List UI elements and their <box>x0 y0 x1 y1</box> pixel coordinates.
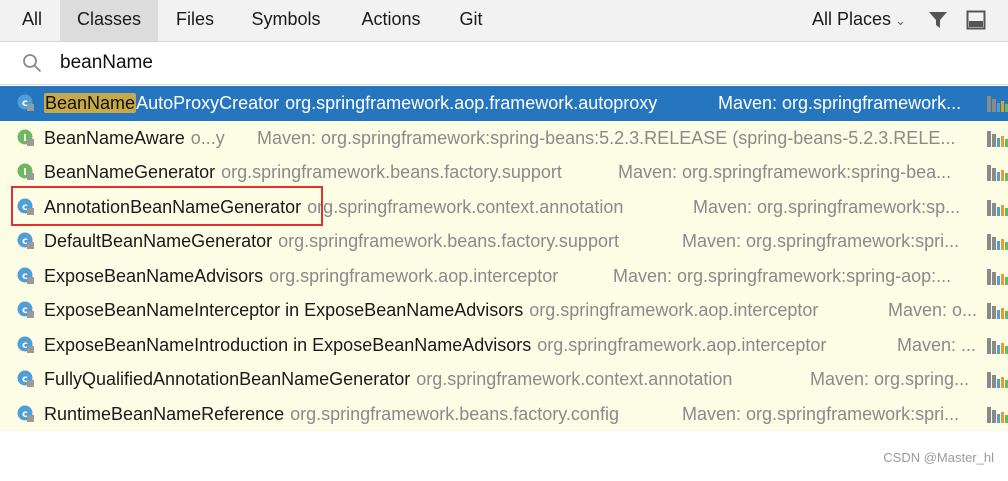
class-icon: c <box>17 301 34 318</box>
package-name: org.springframework.aop.interceptor <box>537 334 827 355</box>
search-input[interactable] <box>60 49 960 77</box>
class-name: ExposeBeanNameAdvisors <box>44 265 264 286</box>
svg-text:I: I <box>23 133 27 144</box>
class-name: AutoProxyCreator <box>136 93 280 113</box>
library-icon <box>987 130 1008 147</box>
tab-symbols[interactable]: Symbols <box>238 0 334 41</box>
search-row <box>0 42 1008 85</box>
class-name: ExposeBeanNameIntroduction in ExposeBean… <box>44 334 532 355</box>
result-text: AnnotationBeanNameGenerator org.springfra… <box>44 190 623 224</box>
library-location: Maven: org.springframework:sp... <box>693 196 961 217</box>
result-row[interactable]: c ExposeBeanNameInterceptor in ExposeBean… <box>0 293 1008 328</box>
tab-all[interactable]: All <box>8 0 56 41</box>
library-location: Maven: ... <box>897 334 977 355</box>
result-row[interactable]: c AnnotationBeanNameGenerator org.springfr… <box>0 189 1008 224</box>
library-icon <box>987 303 1008 319</box>
package-name: org.springframework.beans.factory.suppor… <box>278 231 619 251</box>
class-name: RuntimeBeanNameReference <box>44 403 285 424</box>
package-name: org.springframework.beans.factory.config <box>290 403 619 424</box>
class-name: BeanNameGenerator <box>44 162 216 182</box>
package-name: o...y <box>190 127 225 148</box>
package-name: org.springframework.aop.interceptor <box>269 265 559 286</box>
result-row[interactable]: c DefaultBeanNameGenerator org.springframe… <box>0 224 1008 259</box>
result-row[interactable]: I BeanNameAware o...y Maven: org.springfram… <box>0 120 1008 155</box>
result-row[interactable]: c RuntimeBeanNameReference org.springframe… <box>0 396 1008 431</box>
result-text: DefaultBeanNameGenerator org.springframew… <box>44 224 619 258</box>
library-icon <box>987 234 1008 250</box>
package-name: org.springframework.context.annotation <box>307 196 624 217</box>
result-text: ExposeBeanNameIntroduction in ExposeBean… <box>44 328 826 362</box>
class-icon: c <box>17 232 34 249</box>
scope-selector[interactable]: All Places ⌄ <box>812 0 906 41</box>
result-row[interactable]: c ExposeBeanNameAdvisors org.springframewo… <box>0 258 1008 293</box>
tab-actions[interactable]: Actions <box>346 0 436 41</box>
class-icon: c <box>17 94 34 111</box>
result-row[interactable]: I BeanNameGenerator org.springframework.be… <box>0 155 1008 190</box>
package-name: org.springframework.aop.framework.autopr… <box>285 93 658 113</box>
library-location: Maven: org.springframework:spring-beans:… <box>257 127 956 148</box>
class-icon: c <box>17 198 34 215</box>
class-icon: c <box>17 370 34 387</box>
search-icon <box>23 54 42 73</box>
library-icon <box>987 199 1008 216</box>
watermark: CSDN @Master_hl <box>883 450 994 465</box>
result-text: RuntimeBeanNameReference org.springframew… <box>44 397 619 431</box>
library-location: Maven: org.springframework:spri... <box>682 231 960 251</box>
library-icon <box>987 268 1008 285</box>
package-name: org.springframework.context.annotation <box>416 369 733 389</box>
result-text: ExposeBeanNameInterceptor in ExposeBeanN… <box>44 293 818 327</box>
match-highlight: BeanName <box>44 93 137 113</box>
library-location: Maven: o... <box>888 300 978 320</box>
class-name: ExposeBeanNameInterceptor in ExposeBeanN… <box>44 300 524 320</box>
interface-icon: I <box>17 163 34 180</box>
filter-icon[interactable] <box>928 10 948 30</box>
result-text: ExposeBeanNameAdvisors org.springframewor… <box>44 259 558 293</box>
library-icon <box>987 337 1008 354</box>
result-row[interactable]: c BeanNameAutoProxyCreator org.springframe… <box>0 86 1008 121</box>
results-list: c BeanNameAutoProxyCreator org.springframe… <box>0 86 1008 431</box>
class-name: DefaultBeanNameGenerator <box>44 231 273 251</box>
library-location: Maven: org.spring... <box>810 369 970 389</box>
class-name: AnnotationBeanNameGenerator <box>44 196 302 217</box>
package-name: org.springframework.aop.interceptor <box>529 300 819 320</box>
package-name: org.springframework.beans.factory.suppor… <box>221 162 562 182</box>
library-icon <box>987 165 1008 181</box>
interface-icon: I <box>17 129 34 146</box>
search-everywhere-tabbar: All Classes Files Symbols Actions Git Al… <box>0 0 1008 42</box>
library-location: Maven: org.springframework:spri... <box>682 403 960 424</box>
tab-git[interactable]: Git <box>448 0 494 41</box>
library-location: Maven: org.springframework... <box>718 93 962 113</box>
preview-toggle-icon[interactable] <box>966 10 986 30</box>
class-name: BeanNameAware <box>44 127 185 148</box>
library-location: Maven: org.springframework:spring-aop:..… <box>613 265 952 286</box>
result-row[interactable]: c FullyQualifiedAnnotationBeanNameGenerat… <box>0 362 1008 397</box>
library-icon <box>987 96 1008 112</box>
result-text: FullyQualifiedAnnotationBeanNameGenerato… <box>44 362 732 396</box>
library-icon <box>987 406 1008 423</box>
class-icon: c <box>17 336 34 353</box>
result-text: BeanNameGenerator org.springframework.bea… <box>44 155 562 189</box>
library-location: Maven: org.springframework:spring-bea... <box>618 162 952 182</box>
result-text: BeanNameAware o...y <box>44 121 225 155</box>
class-icon: c <box>17 267 34 284</box>
class-name: FullyQualifiedAnnotationBeanNameGenerato… <box>44 369 411 389</box>
result-row[interactable]: c ExposeBeanNameIntroduction in ExposeBea… <box>0 327 1008 362</box>
class-icon: c <box>17 405 34 422</box>
tab-classes[interactable]: Classes <box>60 0 158 41</box>
scope-label: All Places <box>812 9 892 29</box>
chevron-down-icon: ⌄ <box>895 13 906 28</box>
tab-files[interactable]: Files <box>164 0 226 41</box>
svg-text:I: I <box>23 167 27 178</box>
library-icon <box>987 372 1008 388</box>
result-text: BeanNameAutoProxyCreator org.springframew… <box>44 86 657 120</box>
